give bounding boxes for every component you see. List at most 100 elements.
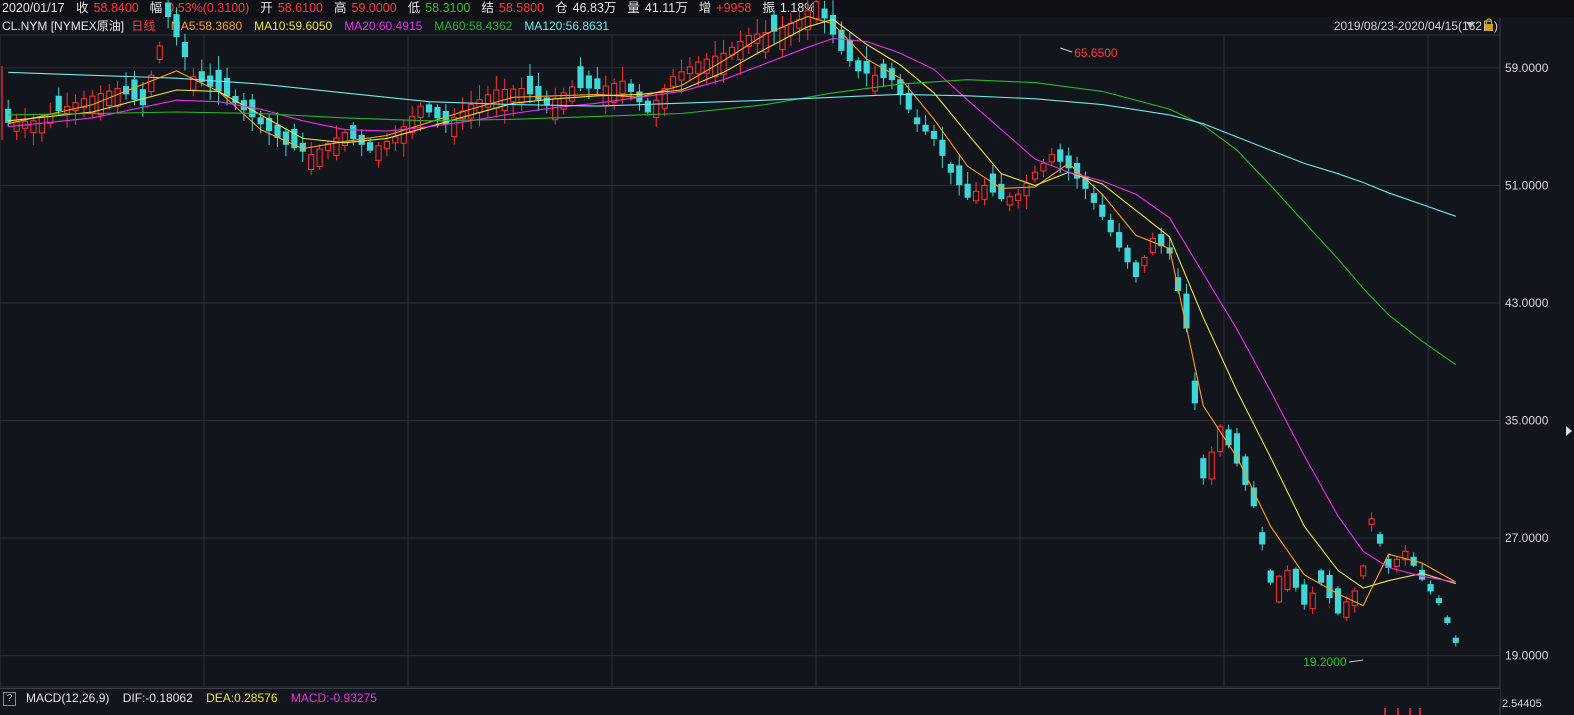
- candle-body: [367, 142, 374, 151]
- candle-body: [695, 61, 702, 75]
- candle-body: [577, 66, 584, 89]
- candle-body: [1343, 601, 1350, 618]
- annotation-label: 19.2000: [1303, 655, 1347, 669]
- candle-body: [627, 83, 635, 92]
- candle-body: [972, 190, 980, 202]
- ma-line-ma10: [8, 18, 1456, 589]
- candle-body: [964, 183, 971, 198]
- candle-body: [139, 89, 146, 106]
- candle-body: [392, 136, 399, 144]
- candle-body: [787, 22, 795, 36]
- y-tick-label: 35.0000: [1505, 414, 1549, 428]
- candle-body: [552, 98, 559, 121]
- candle-body: [905, 92, 912, 110]
- candle-body: [1419, 569, 1426, 580]
- candle-body: [1393, 558, 1400, 567]
- candle-body: [1116, 232, 1123, 248]
- candle-body: [813, 1, 820, 20]
- candle-body: [1065, 155, 1072, 169]
- candle-body: [1099, 204, 1106, 217]
- candle-body: [1259, 532, 1266, 545]
- candle-body: [434, 107, 441, 119]
- candle-body: [1057, 149, 1064, 162]
- macd-header: ? MACD(12,26,9) DIF:-0.18062 DEA:0.28576 …: [0, 688, 1500, 707]
- candle-body: [493, 89, 500, 109]
- candle-body: [956, 165, 963, 186]
- ma-line-ma60: [8, 79, 1457, 366]
- collapse-panel-icon[interactable]: [1566, 426, 1572, 436]
- candle-body: [821, 8, 828, 19]
- candle-body: [1031, 171, 1039, 180]
- candle-body: [880, 63, 887, 78]
- candle-body: [611, 83, 618, 103]
- y-tick-label: 51.0000: [1505, 178, 1549, 192]
- candle-body: [829, 14, 837, 35]
- candle-body: [341, 132, 348, 146]
- candle-body: [686, 66, 694, 75]
- candle-body: [669, 76, 677, 87]
- candle-body: [1208, 451, 1215, 480]
- y-tick-label: 59.0000: [1505, 61, 1549, 75]
- candle-body: [594, 78, 601, 89]
- candle-body: [333, 137, 340, 157]
- candle-body: [1435, 598, 1443, 604]
- candle-body: [1006, 195, 1013, 206]
- candle-body: [1149, 237, 1156, 253]
- candle-body: [922, 124, 929, 132]
- candle-body: [1275, 575, 1283, 603]
- candle-body: [1090, 193, 1097, 203]
- candle-body: [55, 95, 62, 112]
- candle-body: [981, 184, 988, 200]
- candle-body: [1444, 617, 1451, 624]
- candle-body: [383, 140, 391, 150]
- candle-body: [644, 100, 651, 113]
- macd-top-value: 2.54405: [1502, 698, 1542, 710]
- candle-body: [156, 45, 163, 60]
- candle-body: [114, 87, 121, 107]
- candle-body: [1015, 193, 1022, 201]
- candle-body: [1141, 256, 1148, 267]
- candle-body: [526, 75, 534, 95]
- candle-body: [518, 87, 525, 104]
- candle-body: [863, 60, 870, 74]
- candle-body: [939, 139, 946, 156]
- candle-body: [855, 60, 862, 72]
- candle-body: [1040, 162, 1047, 172]
- chevron-down-icon[interactable]: [1466, 22, 1475, 28]
- annotation-arrow: [1349, 659, 1364, 663]
- candle-body: [914, 117, 921, 125]
- y-tick-label: 19.0000: [1505, 649, 1549, 663]
- macd-dif: DIF:-0.18062: [122, 691, 193, 705]
- help-icon[interactable]: ?: [3, 691, 16, 706]
- candle-body: [543, 97, 550, 106]
- candle-body: [535, 86, 542, 100]
- candle-body: [1452, 637, 1459, 643]
- y-tick-label: 43.0000: [1505, 296, 1549, 310]
- lock-shackle-icon: [1485, 18, 1493, 24]
- candle-body: [1360, 565, 1367, 577]
- candle-body: [1326, 574, 1333, 599]
- candle-body: [308, 154, 315, 170]
- ma-line-ma20: [8, 37, 1456, 583]
- candle-body: [585, 75, 593, 89]
- candle-body: [1200, 458, 1207, 479]
- candle-body: [998, 183, 1005, 200]
- candle-body: [947, 163, 954, 173]
- candle-body: [1427, 584, 1434, 592]
- candle-body: [181, 41, 189, 58]
- candle-body: [1132, 262, 1140, 278]
- candle-body: [257, 117, 264, 125]
- candle-body: [417, 105, 424, 118]
- candle-body: [467, 104, 475, 119]
- candle-body: [1107, 219, 1114, 233]
- lock-icon[interactable]: [1485, 24, 1493, 31]
- candle-body: [1368, 518, 1375, 525]
- candle-body: [131, 79, 138, 100]
- candle-body: [1023, 182, 1030, 197]
- candle-body: [1376, 534, 1384, 544]
- price-chart[interactable]: 59.0000 51.0000 43.0000 35.0000 27.0000 19.00…: [0, 0, 1574, 715]
- candle-body: [38, 116, 45, 134]
- candle-body: [1301, 584, 1308, 605]
- candle-body: [316, 148, 323, 167]
- candle-body: [1351, 590, 1358, 607]
